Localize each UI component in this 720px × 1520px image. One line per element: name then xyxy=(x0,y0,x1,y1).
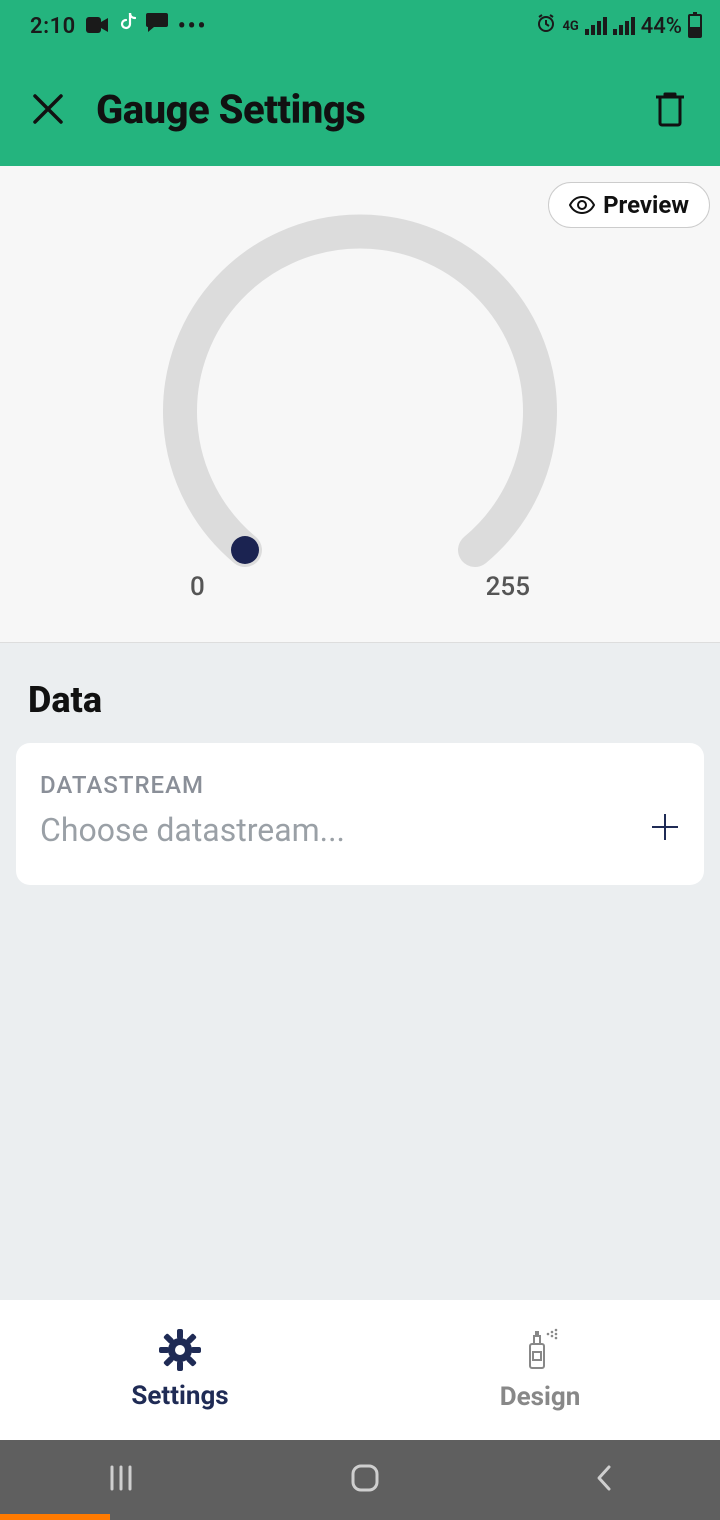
recent-apps-button[interactable] xyxy=(106,1463,136,1497)
data-section-title: Data xyxy=(0,643,720,743)
datastream-field-label: DATASTREAM xyxy=(40,771,680,799)
bottom-tab-bar: Settings Design xyxy=(0,1300,720,1440)
nav-indicator xyxy=(0,1514,110,1520)
gauge-arc xyxy=(140,190,580,600)
status-bar: 2:10 ••• 4G 44% xyxy=(0,0,720,52)
network-type-badge: 4G xyxy=(562,20,578,33)
gauge-preview-section: Preview 0 255 xyxy=(0,166,720,643)
datastream-card[interactable]: DATASTREAM Choose datastream... xyxy=(16,743,704,885)
spray-icon xyxy=(520,1328,560,1372)
app-header: Gauge Settings xyxy=(0,52,720,166)
message-icon xyxy=(146,13,168,39)
page-title: Gauge Settings xyxy=(96,86,648,133)
gear-icon xyxy=(159,1329,201,1371)
back-button[interactable] xyxy=(594,1463,614,1497)
status-left: 2:10 ••• xyxy=(30,13,207,39)
tab-design[interactable]: Design xyxy=(360,1300,720,1440)
preview-label: Preview xyxy=(603,191,689,219)
android-nav-bar xyxy=(0,1440,720,1520)
signal-icon-2 xyxy=(613,17,635,35)
battery-icon xyxy=(688,14,702,38)
add-datastream-button[interactable] xyxy=(650,809,680,851)
camera-icon xyxy=(86,14,108,39)
gauge-widget: 0 255 xyxy=(0,182,720,602)
signal-icon xyxy=(585,17,607,35)
tab-settings-label: Settings xyxy=(131,1381,228,1411)
more-icon: ••• xyxy=(178,14,208,39)
clock: 2:10 xyxy=(30,14,76,39)
tiktok-icon xyxy=(118,13,136,39)
trash-icon xyxy=(652,89,688,129)
datastream-placeholder: Choose datastream... xyxy=(40,811,345,849)
alarm-icon xyxy=(536,13,556,39)
tab-design-label: Design xyxy=(500,1382,581,1412)
home-button[interactable] xyxy=(348,1461,382,1499)
delete-button[interactable] xyxy=(648,87,692,131)
plus-icon xyxy=(650,812,680,842)
gauge-max-label: 255 xyxy=(486,572,530,602)
close-icon xyxy=(30,91,66,127)
gauge-indicator xyxy=(231,536,259,564)
battery-percent: 44% xyxy=(641,14,682,39)
data-section: Data DATASTREAM Choose datastream... xyxy=(0,643,720,885)
status-right: 4G 44% xyxy=(536,13,702,39)
close-button[interactable] xyxy=(28,89,68,129)
eye-icon xyxy=(569,196,595,214)
preview-button[interactable]: Preview xyxy=(548,182,710,228)
tab-settings[interactable]: Settings xyxy=(0,1300,360,1440)
gauge-min-label: 0 xyxy=(190,572,205,602)
